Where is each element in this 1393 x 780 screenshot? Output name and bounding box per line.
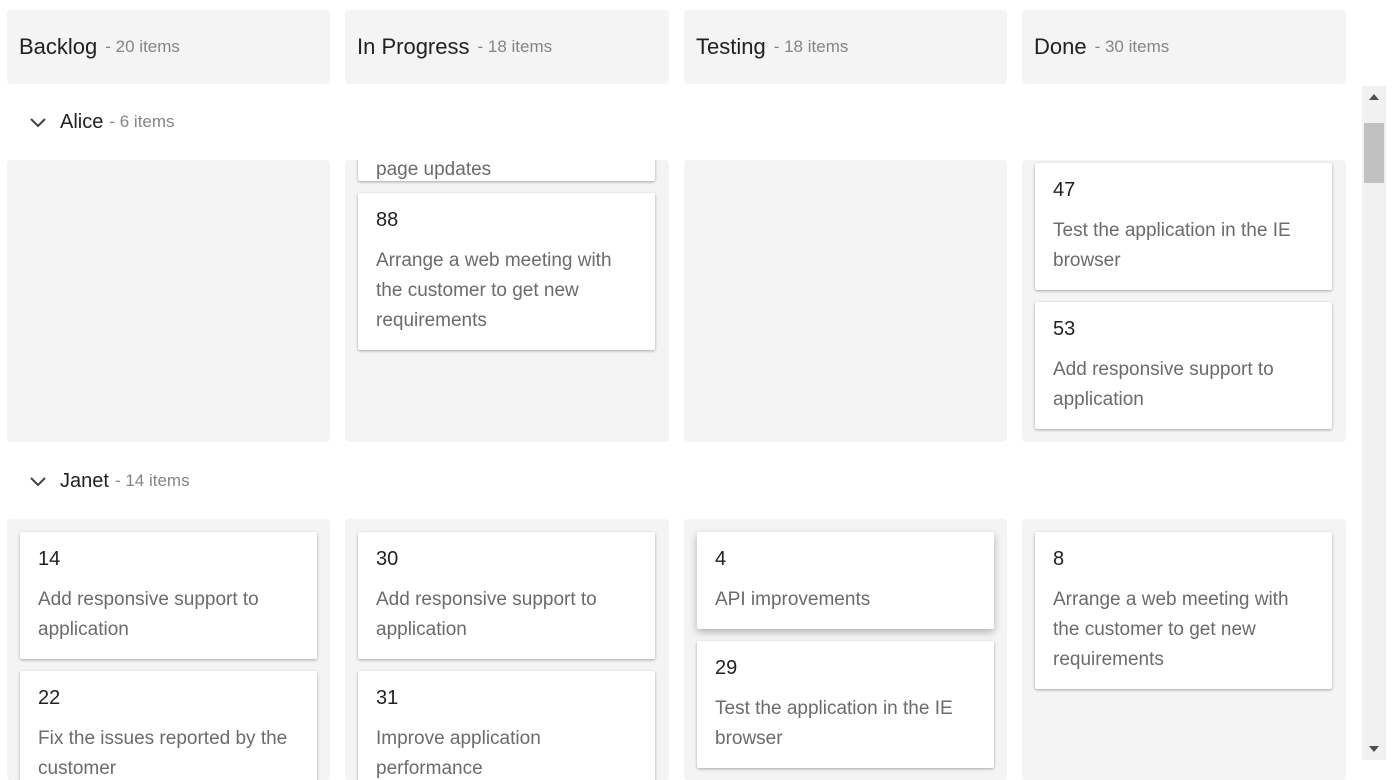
swimlane-count: - 14 items	[114, 471, 190, 490]
column-count: - 20 items	[105, 37, 180, 56]
chevron-down-icon[interactable]	[28, 471, 48, 491]
alice-done-cell: 47 Test the application in the IE browse…	[1022, 160, 1346, 442]
swimlane-name: Alice	[60, 110, 104, 133]
card[interactable]: 47 Test the application in the IE browse…	[1035, 163, 1332, 290]
alice-backlog-cell	[7, 160, 330, 442]
card-id: 14	[38, 548, 61, 570]
card-id: 53	[1053, 318, 1076, 340]
card-summary: Add responsive support to application	[38, 589, 259, 640]
swimlane-header-janet[interactable]: Janet - 14 items	[28, 466, 190, 496]
column-title: Done	[1034, 34, 1087, 59]
card-summary: API improvements	[715, 589, 871, 610]
card[interactable]: 8 Arrange a web meeting with the custome…	[1035, 532, 1332, 689]
column-count: - 18 items	[773, 37, 849, 56]
card-summary: Test the application in the IE browser	[1053, 220, 1291, 271]
card[interactable]: 4 API improvements	[697, 532, 994, 629]
card-summary: Arrange a web meeting with the customer …	[376, 250, 612, 331]
card-id: 22	[38, 687, 61, 709]
card[interactable]: 14 Add responsive support to application	[20, 532, 317, 659]
chevron-down-icon[interactable]	[28, 112, 48, 132]
card-id: 8	[1053, 548, 1065, 570]
card-summary: Fix the issues reported by the customer	[38, 728, 288, 779]
card[interactable]: page updates	[358, 160, 655, 181]
column-title: Backlog	[19, 34, 98, 59]
card-id: 88	[376, 209, 399, 231]
card[interactable]: 31 Improve application performance	[358, 671, 655, 780]
swimlane-header-alice[interactable]: Alice - 6 items	[28, 107, 175, 137]
card-summary: Test the application in the IE browser	[715, 698, 953, 749]
card-summary: page updates	[376, 160, 492, 180]
card-summary: Add responsive support to application	[376, 589, 597, 640]
alice-testing-cell	[684, 160, 1007, 442]
scroll-down-arrow-icon[interactable]	[1362, 738, 1386, 760]
card-id: 47	[1053, 179, 1076, 201]
alice-in-progress-cell: page updates 88 Arrange a web meeting wi…	[345, 160, 669, 442]
card[interactable]: 53 Add responsive support to application	[1035, 302, 1332, 429]
swimlane-count: - 6 items	[109, 112, 175, 131]
scroll-up-arrow-icon[interactable]	[1362, 86, 1386, 108]
vertical-scrollbar[interactable]	[1362, 86, 1386, 760]
swimlane-name: Janet	[60, 469, 109, 492]
column-header-in-progress[interactable]: In Progress - 18 items	[345, 10, 669, 84]
card-id: 29	[715, 657, 738, 679]
card-id: 30	[376, 548, 399, 570]
column-header-backlog[interactable]: Backlog - 20 items	[7, 10, 330, 84]
column-count: - 18 items	[477, 37, 553, 56]
column-title: Testing	[696, 34, 766, 59]
card[interactable]: 22 Fix the issues reported by the custom…	[20, 671, 317, 780]
janet-done-cell: 8 Arrange a web meeting with the custome…	[1022, 519, 1346, 780]
card-summary: Arrange a web meeting with the customer …	[1053, 589, 1289, 670]
column-header-done[interactable]: Done - 30 items	[1022, 10, 1346, 84]
card-summary: Add responsive support to application	[1053, 359, 1274, 410]
scrollbar-thumb[interactable]	[1364, 123, 1384, 183]
column-title: In Progress	[357, 34, 470, 59]
janet-in-progress-cell: 30 Add responsive support to application…	[345, 519, 669, 780]
column-header-testing[interactable]: Testing - 18 items	[684, 10, 1007, 84]
column-count: - 30 items	[1094, 37, 1170, 56]
card-id: 31	[376, 687, 399, 709]
janet-testing-cell: 4 API improvements 29 Test the applicati…	[684, 519, 1007, 780]
card[interactable]: 88 Arrange a web meeting with the custom…	[358, 193, 655, 350]
janet-backlog-cell: 14 Add responsive support to application…	[7, 519, 330, 780]
card-id: 4	[715, 548, 727, 570]
card[interactable]: 30 Add responsive support to application	[358, 532, 655, 659]
kanban-board: Backlog - 20 items In Progress - 18 item…	[0, 0, 1393, 780]
card[interactable]: 29 Test the application in the IE browse…	[697, 641, 994, 768]
card-summary: Improve application performance	[376, 728, 541, 779]
